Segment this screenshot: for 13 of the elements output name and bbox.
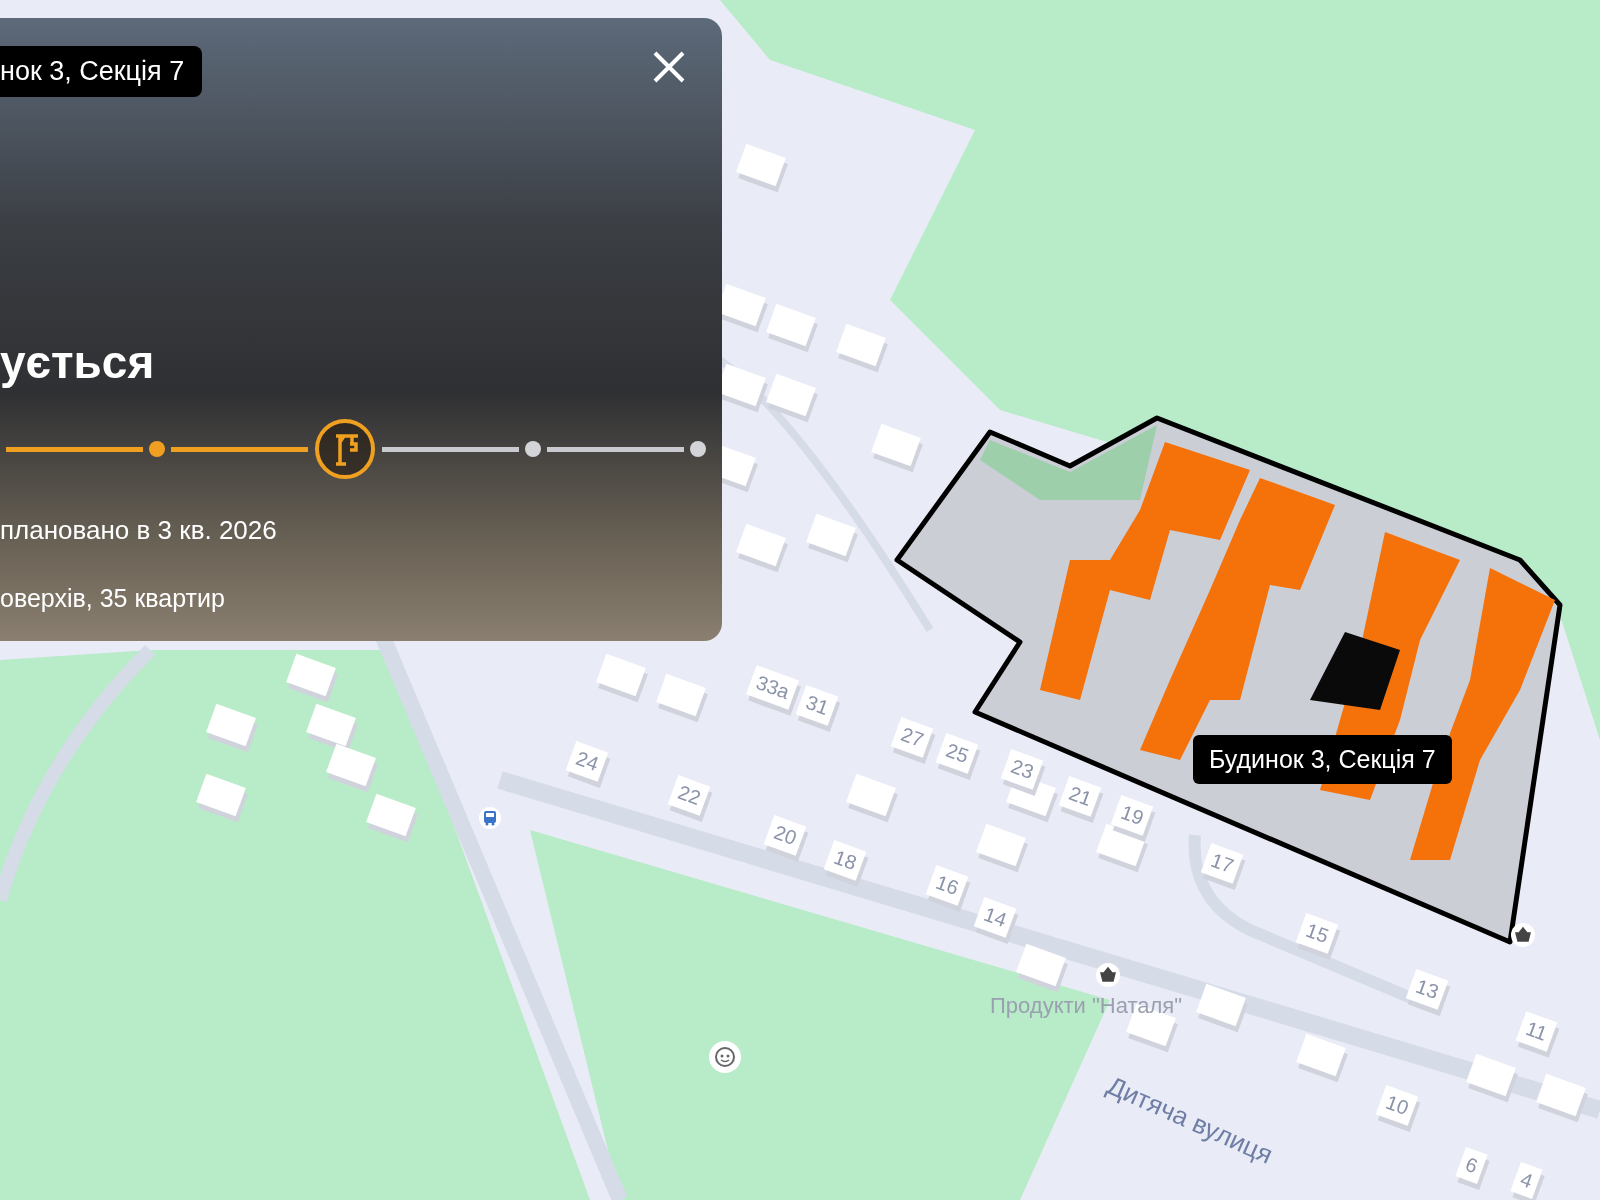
section-tooltip: Будинок 3, Секція 7 [1193, 735, 1452, 784]
shop-label: Продукти "Наталя" [990, 993, 1183, 1019]
building-details: оверхів, 35 квартир [0, 584, 226, 613]
bus-icon[interactable] [478, 806, 502, 830]
smiley-icon[interactable] [708, 1040, 742, 1074]
status-title: ується [0, 335, 156, 389]
section-label: нок 3, Секція 7 [0, 46, 203, 97]
house-number: 4 [1510, 1162, 1543, 1199]
completion-date: плановано в 3 кв. 2026 [0, 515, 278, 546]
basket-icon[interactable] [1095, 962, 1121, 988]
basket-icon[interactable] [1510, 922, 1536, 948]
close-icon[interactable] [652, 50, 686, 84]
selected-section[interactable] [1310, 632, 1400, 710]
